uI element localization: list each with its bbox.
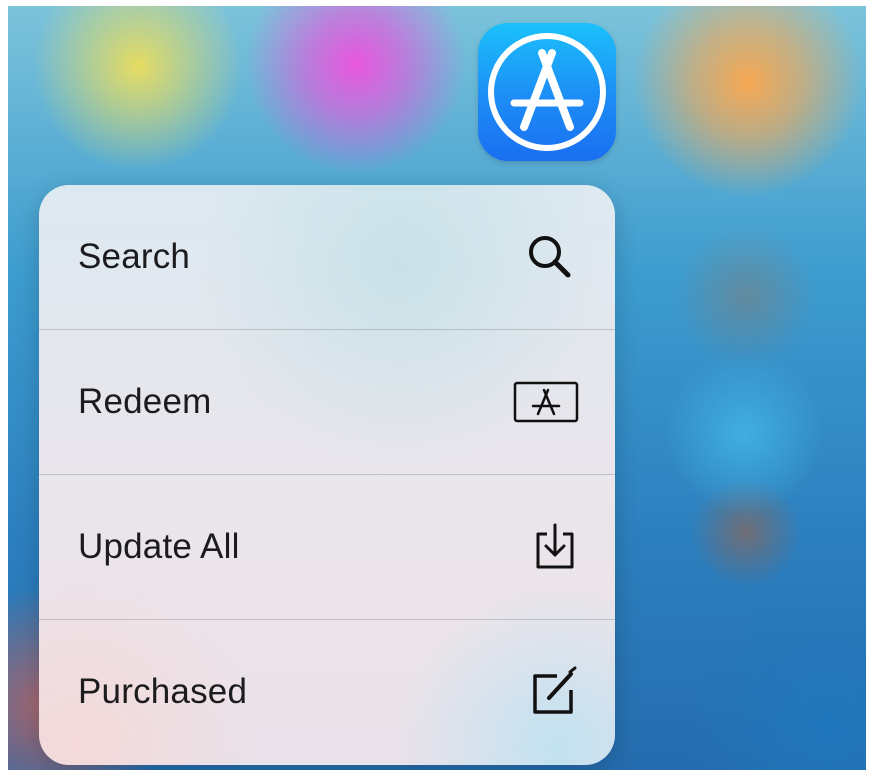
quick-actions-menu: Search Redeem Update All Purchased	[39, 185, 615, 765]
update-all-icon	[536, 523, 574, 569]
home-screen-background: Search Redeem Update All Purchased	[8, 6, 866, 770]
app-store-glyph	[488, 33, 606, 151]
search-icon	[529, 236, 571, 278]
redeem-icon	[513, 381, 579, 423]
quick-action-search[interactable]: Search	[39, 185, 615, 329]
quick-action-purchased-label: Purchased	[78, 672, 248, 711]
purchased-icon	[533, 666, 577, 714]
quick-action-update-all[interactable]: Update All	[39, 475, 615, 619]
quick-action-search-label: Search	[78, 237, 191, 276]
quick-action-redeem[interactable]: Redeem	[39, 330, 615, 474]
quick-action-update-all-label: Update All	[78, 527, 240, 566]
quick-action-redeem-label: Redeem	[78, 382, 212, 421]
quick-action-purchased[interactable]: Purchased	[39, 620, 615, 764]
app-store-icon[interactable]	[478, 23, 616, 161]
